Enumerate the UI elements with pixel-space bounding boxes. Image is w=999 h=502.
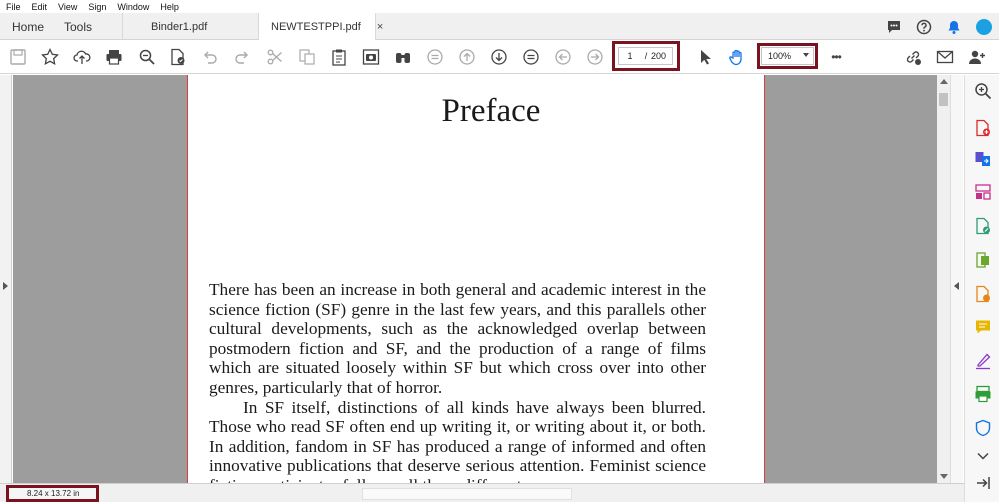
total-pages: 200 <box>651 51 667 61</box>
zoom-highlight: 100% <box>757 43 818 69</box>
zoom-value: 100% <box>768 51 792 61</box>
menu-bar: File Edit View Sign Window Help <box>0 0 999 13</box>
undo-icon[interactable] <box>200 47 220 67</box>
page-number-highlight: 1 / 200 <box>612 41 680 71</box>
left-panel-toggle[interactable] <box>0 75 12 483</box>
chevron-left-icon <box>954 282 959 290</box>
tab-binder1-label: Binder1.pdf <box>151 20 208 33</box>
tab-tools[interactable]: Tools <box>50 13 120 40</box>
chat-icon[interactable] <box>885 18 903 36</box>
share-link-icon[interactable] <box>903 47 923 67</box>
tab-binder1[interactable]: Binder1.pdf <box>122 13 258 40</box>
protect-shield-icon[interactable] <box>973 418 993 438</box>
copy-icon[interactable] <box>297 47 317 67</box>
select-cursor-icon[interactable] <box>695 47 715 67</box>
document-viewport[interactable]: Preface There has been an increase in bo… <box>13 75 937 483</box>
read-mode-icon[interactable] <box>521 47 541 67</box>
fill-sign-icon[interactable] <box>973 351 993 371</box>
chevron-right-icon <box>3 282 8 290</box>
cut-icon[interactable] <box>265 47 285 67</box>
menu-window[interactable]: Window <box>117 2 149 12</box>
menu-help[interactable]: Help <box>160 2 179 12</box>
next-page-down-icon[interactable] <box>489 47 509 67</box>
export-pdf-icon[interactable] <box>973 250 993 270</box>
paste-clipboard-icon[interactable] <box>329 47 349 67</box>
bell-icon[interactable] <box>945 18 963 36</box>
right-panel-toggle[interactable] <box>950 75 963 483</box>
back-icon[interactable] <box>553 47 573 67</box>
redo-icon[interactable] <box>232 47 252 67</box>
page-number-field[interactable]: 1 / 200 <box>618 47 673 65</box>
scroll-thumb[interactable] <box>939 93 948 106</box>
print-icon[interactable] <box>104 47 124 67</box>
paragraph: In SF itself, distinctions of all kinds … <box>209 397 706 483</box>
zoom-in-icon[interactable] <box>973 81 993 101</box>
menu-view[interactable]: View <box>58 2 77 12</box>
current-page[interactable]: 1 <box>619 51 641 61</box>
scroll-up-icon[interactable] <box>940 79 948 84</box>
page-separator: / <box>644 51 648 61</box>
tab-home[interactable]: Home <box>0 13 50 40</box>
scroll-down-icon[interactable] <box>940 474 948 479</box>
status-bar: 8.24 x 13.72 in <box>0 483 964 502</box>
organize-pages-icon[interactable] <box>973 182 993 202</box>
menu-file[interactable]: File <box>6 2 21 12</box>
scan-ocr-icon[interactable] <box>973 284 993 304</box>
profile-icon[interactable] <box>975 18 993 36</box>
help-icon[interactable] <box>915 18 933 36</box>
tabbar-actions <box>879 13 999 40</box>
combine-files-icon[interactable] <box>973 149 993 169</box>
email-icon[interactable] <box>935 47 955 67</box>
horizontal-scrollbar[interactable] <box>362 488 572 500</box>
chevron-down-icon[interactable] <box>803 53 809 57</box>
collapse-panel-icon[interactable] <box>973 473 993 493</box>
protect-document-icon[interactable] <box>168 47 188 67</box>
snapshot-camera-icon[interactable] <box>361 47 381 67</box>
menu-edit[interactable]: Edit <box>32 2 48 12</box>
paragraph: There has been an increase in both gener… <box>209 280 706 397</box>
edit-pdf-icon[interactable] <box>973 216 993 236</box>
page-fit-icon[interactable] <box>425 47 445 67</box>
page-dimensions: 8.24 x 13.72 in <box>6 485 99 502</box>
vertical-scrollbar[interactable] <box>937 75 950 483</box>
close-tab-icon[interactable]: × <box>377 21 383 33</box>
menu-sign[interactable]: Sign <box>88 2 106 12</box>
forward-icon[interactable] <box>585 47 605 67</box>
more-options-icon[interactable]: ••• <box>826 47 846 67</box>
tab-newtestppi[interactable]: NEWTESTPPI.pdf × <box>258 13 383 41</box>
pdf-page: Preface There has been an increase in bo… <box>187 75 765 483</box>
page-body: There has been an increase in both gener… <box>209 280 706 483</box>
page-heading: Preface <box>441 93 541 129</box>
more-tools-chevron-icon[interactable] <box>973 446 993 466</box>
zoom-search-icon[interactable] <box>137 47 157 67</box>
save-icon[interactable] <box>8 47 28 67</box>
hand-tool-icon[interactable] <box>727 47 747 67</box>
cloud-upload-icon[interactable] <box>72 47 92 67</box>
print-production-icon[interactable] <box>973 384 993 404</box>
bookmark-star-icon[interactable] <box>40 47 60 67</box>
tab-newtestppi-label: NEWTESTPPI.pdf <box>271 21 361 33</box>
find-binoculars-icon[interactable] <box>393 47 413 67</box>
previous-page-up-icon[interactable] <box>457 47 477 67</box>
toolbar: 1 / 200 100% ••• <box>0 40 999 74</box>
tools-pane <box>964 75 999 502</box>
add-user-icon[interactable] <box>967 47 987 67</box>
comment-icon[interactable] <box>973 317 993 337</box>
create-pdf-icon[interactable] <box>973 118 993 138</box>
tab-bar: Home Tools Binder1.pdf NEWTESTPPI.pdf × <box>0 13 999 41</box>
